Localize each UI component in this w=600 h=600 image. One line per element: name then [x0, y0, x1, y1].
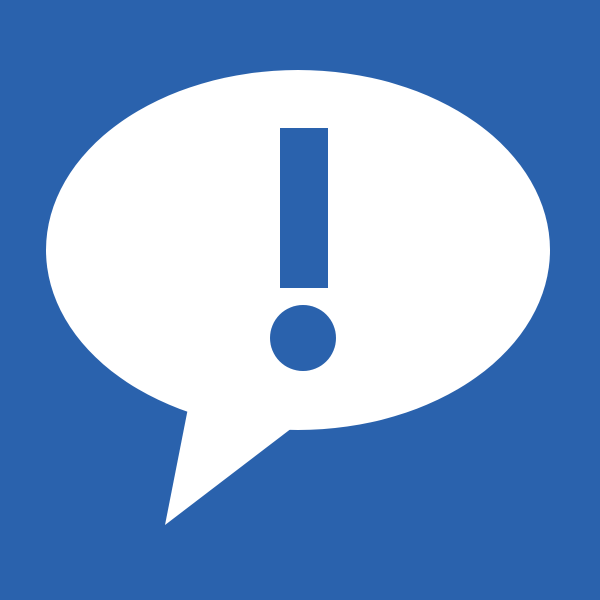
exclamation-dot	[270, 305, 336, 371]
speech-bubble-exclamation-icon	[0, 0, 600, 600]
exclamation-bar	[280, 128, 328, 288]
feedback-alert-tile	[0, 0, 600, 600]
